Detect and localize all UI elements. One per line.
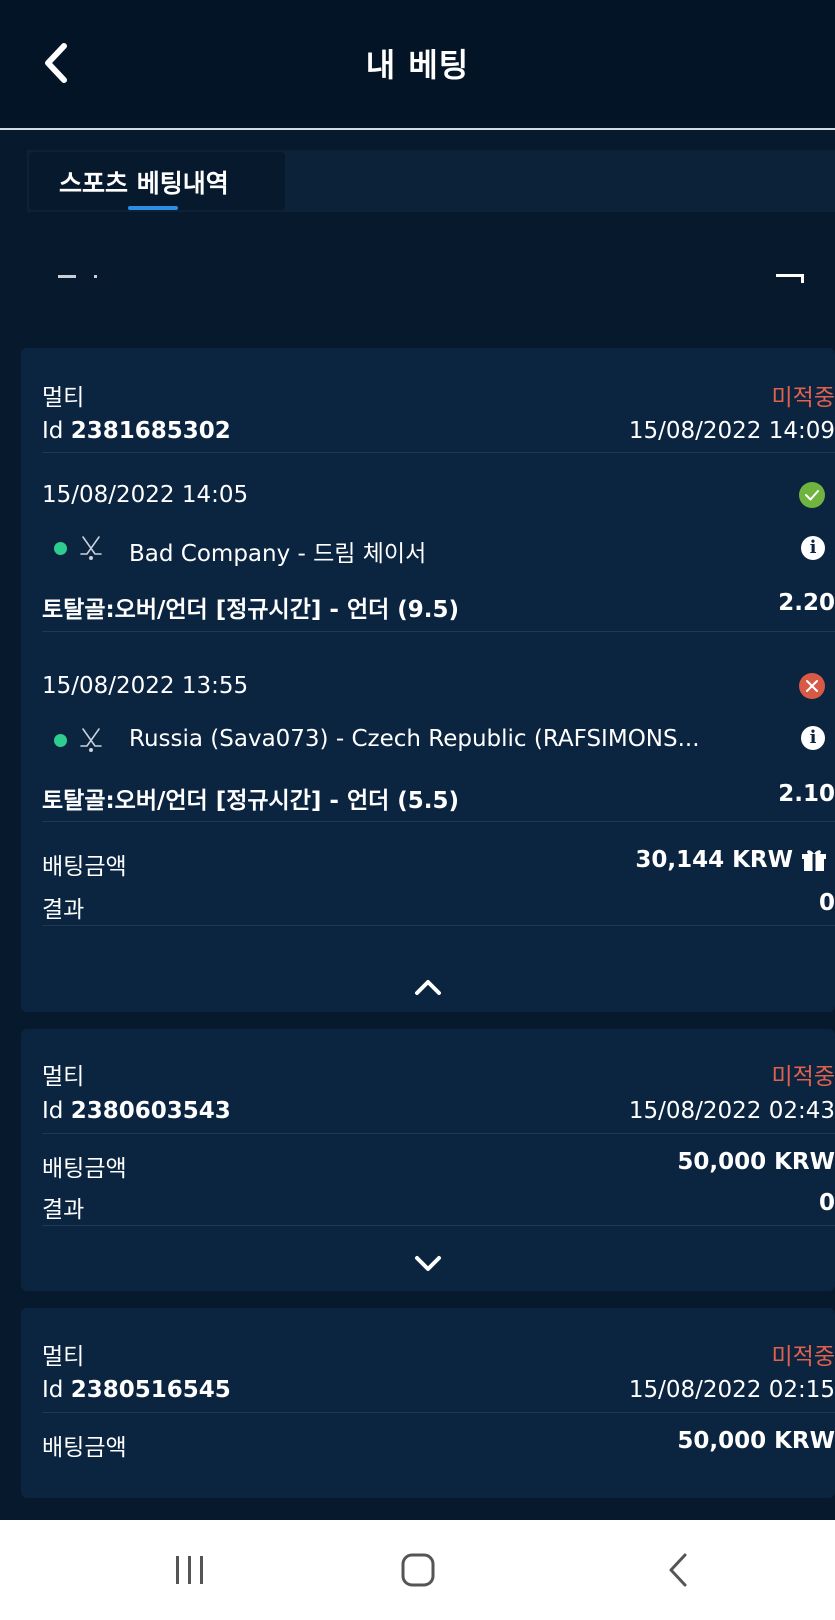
- divider: [42, 821, 835, 822]
- stake-amount: 30,144 KRW: [635, 847, 793, 873]
- id-label: Id: [42, 1377, 64, 1403]
- live-dot-icon: [54, 734, 67, 747]
- selection-datetime: 15/08/2022 13:55: [42, 673, 249, 699]
- stake-label: 배팅금액: [42, 854, 127, 880]
- bet-id: 2381685302: [70, 418, 231, 444]
- divider: [42, 631, 835, 632]
- hockey-sticks-icon: [80, 536, 102, 560]
- bet-datetime: 15/08/2022 02:43: [628, 1098, 835, 1124]
- hockey-sticks-icon: [80, 728, 102, 752]
- stake-label: 배팅금액: [42, 1435, 127, 1461]
- live-dot-icon: [54, 542, 67, 555]
- filter-row: [0, 255, 835, 295]
- divider: [42, 1225, 835, 1226]
- chevron-down-icon[interactable]: [412, 1253, 444, 1275]
- bet-id: 2380516545: [70, 1377, 231, 1403]
- bet-status: 미적중: [771, 1064, 835, 1090]
- home-icon[interactable]: [396, 1548, 440, 1592]
- result-value: 0: [818, 1190, 835, 1216]
- bet-type: 멀티: [42, 1344, 85, 1370]
- selection-market: 토탈골:오버/언더 [정규시간] - 언더 (9.5): [42, 597, 460, 623]
- info-icon[interactable]: i: [801, 726, 825, 750]
- system-nav-bar: [0, 1520, 835, 1620]
- bet-status: 미적중: [771, 1344, 835, 1370]
- bet-card: 멀티 미적중 Id 2380516545 15/08/2022 02:15 배팅…: [21, 1308, 835, 1498]
- recents-icon[interactable]: [170, 1548, 210, 1592]
- chevron-up-icon[interactable]: [412, 976, 444, 998]
- divider: [42, 1412, 835, 1413]
- filter-dropdown-left[interactable]: [58, 275, 76, 278]
- bet-datetime: 15/08/2022 14:09: [628, 418, 835, 444]
- content-fade: [0, 1498, 835, 1520]
- check-circle-icon: [799, 482, 825, 508]
- selection-odds: 2.10: [778, 781, 835, 807]
- bet-datetime: 15/08/2022 02:15: [628, 1377, 835, 1403]
- bet-type: 멀티: [42, 1064, 85, 1090]
- result-value: 0: [818, 890, 835, 916]
- id-label: Id: [42, 1098, 64, 1124]
- page-title: 내 베팅: [365, 46, 470, 84]
- gift-icon[interactable]: [801, 847, 827, 873]
- divider: [42, 1133, 835, 1134]
- filter-icon[interactable]: [776, 274, 804, 283]
- selection-odds: 2.20: [778, 590, 835, 616]
- result-label: 결과: [42, 1197, 85, 1223]
- bet-type: 멀티: [42, 385, 85, 411]
- active-tab-indicator: [128, 206, 178, 210]
- selection-datetime: 15/08/2022 14:05: [42, 482, 249, 508]
- bet-card: 멀티 미적중 Id 2380603543 15/08/2022 02:43 배팅…: [21, 1029, 835, 1291]
- divider: [42, 452, 835, 453]
- id-label: Id: [42, 418, 64, 444]
- result-label: 결과: [42, 897, 85, 923]
- bet-id: 2380603543: [70, 1098, 231, 1124]
- selection-market: 토탈골:오버/언더 [정규시간] - 언더 (5.5): [42, 788, 460, 814]
- x-circle-icon: [799, 673, 825, 699]
- tab-bar: 스포츠 베팅내역: [27, 150, 835, 212]
- selection-match: Bad Company - 드림 체이서: [129, 541, 427, 567]
- info-icon[interactable]: i: [801, 536, 825, 560]
- stake-label: 배팅금액: [42, 1156, 127, 1182]
- selection-match: Russia (Sava073) - Czech Republic (RAFSI…: [129, 726, 700, 752]
- bet-status: 미적중: [771, 385, 835, 411]
- stake-amount: 50,000 KRW: [677, 1428, 835, 1454]
- divider: [42, 925, 835, 926]
- stake-amount: 50,000 KRW: [677, 1149, 835, 1175]
- filter-dropdown-left-tail: [94, 275, 97, 278]
- app-header: 내 베팅: [0, 0, 835, 130]
- tab-sports-bet-history[interactable]: 스포츠 베팅내역: [29, 152, 285, 210]
- bet-card: 멀티 미적중 Id 2381685302 15/08/2022 14:09 15…: [21, 348, 835, 1012]
- tab-label: 스포츠 베팅내역: [59, 169, 229, 198]
- back-icon[interactable]: [664, 1548, 694, 1592]
